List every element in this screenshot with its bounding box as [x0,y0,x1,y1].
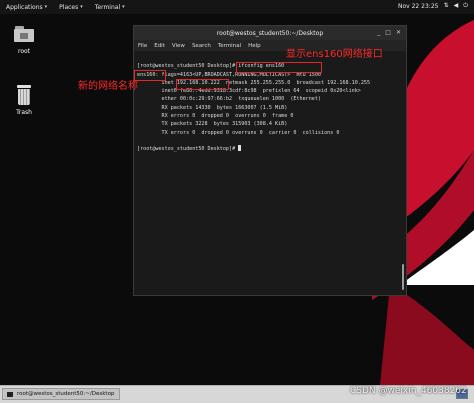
menu-file[interactable]: File [138,43,147,49]
window-titlebar[interactable]: root@westos_student50:~/Desktop _ □ ✕ [134,26,406,40]
desktop-icon-label: root [17,48,31,55]
annotation-new-name: 新的网络名称 [78,81,138,92]
menu-view[interactable]: View [172,43,185,49]
network-icon: ⇅ [443,2,449,9]
menu-help[interactable]: Help [248,43,261,49]
chevron-down-icon: ▾ [122,4,125,10]
highlight-command-box [236,62,322,73]
system-tray[interactable]: ⇅ ◀ ⏻ [444,2,468,10]
terminal-line: TX errors 0 dropped 0 overruns 0 carrier… [137,129,340,136]
taskbar-item-terminal[interactable]: root@westos_student50:~/Desktop [2,388,121,400]
close-icon[interactable]: ✕ [396,29,401,36]
clock[interactable]: Nov 22 23:25 [398,3,438,10]
highlight-ip-address-box [176,79,229,90]
menu-edit[interactable]: Edit [154,43,165,49]
volume-icon: ◀ [453,2,459,9]
top-panel: Applications ▾ Places ▾ Terminal ▾ Nov 2… [0,0,474,14]
chevron-down-icon: ▾ [80,4,83,10]
places-label: Places [59,3,79,11]
maximize-icon[interactable]: □ [385,29,391,36]
trash-icon [17,85,31,105]
scrollbar[interactable] [402,264,404,290]
desktop-icon-label: Trash [16,109,32,116]
menu-search[interactable]: Search [192,43,211,49]
places-menu[interactable]: Places ▾ [53,4,89,11]
terminal-app-label: Terminal [94,3,121,11]
minimize-icon[interactable]: _ [377,29,380,36]
terminal-prompt-line: [root@westos_student50 Desktop]# [137,145,403,153]
terminal-line: ether 00:0c:29:97:66:b2 txqueuelen 1000 … [137,96,322,103]
text-cursor [238,145,242,152]
taskbar-item-label: root@westos_student50:~/Desktop [17,391,115,397]
highlight-interface-name-box [134,70,166,81]
power-icon: ⏻ [463,2,468,9]
window-title: root@westos_student50:~/Desktop [216,29,324,37]
watermark: CSDN @weixin_46038262 [350,386,467,396]
annotation-show-interface: 显示ens160网络接口 [286,49,383,60]
applications-menu[interactable]: Applications ▾ [0,4,53,11]
terminal-app-menu[interactable]: Terminal ▾ [89,4,131,11]
desktop-icon-trash[interactable]: Trash [8,85,40,116]
terminal-line: RX errors 0 dropped 0 overruns 0 frame 0 [137,113,294,120]
desktop-icon-root[interactable]: root [8,26,40,55]
terminal-icon [7,392,13,397]
terminal-prompt: [root@westos_student50 Desktop]# [137,146,239,153]
home-folder-icon [14,26,34,42]
applications-label: Applications [6,3,43,11]
chevron-down-icon: ▾ [44,4,48,10]
terminal-line: RX packets 14330 bytes 1663007 (1.5 MiB) [137,104,288,111]
menu-terminal[interactable]: Terminal [218,43,241,49]
terminal-line: TX packets 3228 bytes 315903 (308.4 KiB) [137,121,288,128]
